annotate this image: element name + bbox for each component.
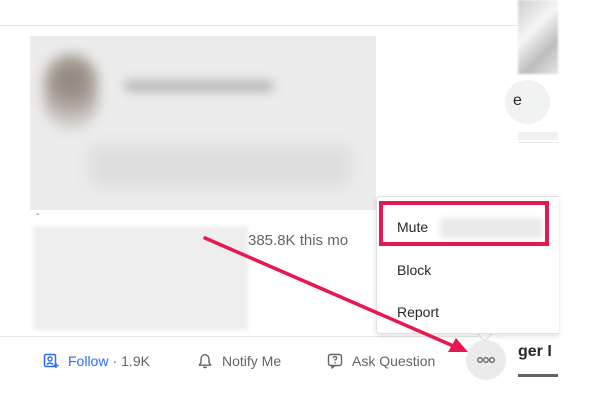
blurred-author-details: [90, 146, 350, 186]
menu-item-report[interactable]: Report: [397, 304, 439, 320]
menu-item-block[interactable]: Block: [397, 262, 431, 278]
bell-icon: [196, 352, 214, 370]
right-column-separator: [518, 132, 558, 140]
right-column-button-label: e: [513, 92, 522, 109]
right-column-tab-underline: [518, 374, 558, 377]
list-bullet: -: [36, 209, 40, 220]
top-divider: [0, 25, 518, 26]
views-count: 385.8K this mo: [248, 232, 349, 249]
avatar[interactable]: [44, 54, 98, 130]
notify-me-label: Notify Me: [222, 353, 282, 369]
follow-button[interactable]: Follow · 1.9K: [42, 351, 150, 371]
right-column-tab[interactable]: ger I: [518, 343, 558, 361]
more-options-button[interactable]: [466, 340, 506, 380]
more-dots-icon: [476, 356, 496, 364]
blurred-thumbnail: [33, 226, 248, 330]
follow-person-icon: [42, 352, 60, 370]
ask-question-button[interactable]: Ask Question: [326, 351, 435, 371]
annotation-highlight-box: [379, 201, 549, 246]
action-bar-divider: [0, 336, 478, 337]
right-column-photo: [518, 0, 558, 74]
ask-question-label: Ask Question: [352, 353, 436, 369]
blurred-author-header: [30, 36, 376, 210]
annotation-arrowhead: [448, 338, 468, 352]
follow-label: Follow: [68, 353, 109, 369]
question-icon: [326, 352, 344, 370]
follow-separator: ·: [112, 353, 118, 369]
right-column-line: [518, 142, 558, 143]
notify-me-button[interactable]: Notify Me: [196, 351, 281, 371]
page: e - 385.8K this mo Follow · 1.9K Notify …: [0, 0, 590, 404]
right-column-button[interactable]: e: [505, 80, 550, 124]
blurred-author-name: [124, 80, 274, 92]
follow-count: 1.9K: [121, 353, 150, 369]
